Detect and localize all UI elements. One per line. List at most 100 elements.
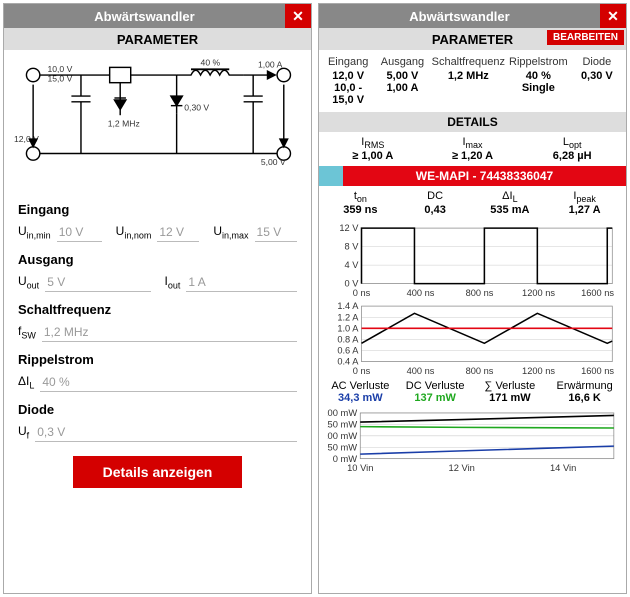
uout-input[interactable]: [45, 273, 150, 292]
lopt-label: Lopt: [522, 136, 622, 150]
ac-loss-label: AC Verluste: [323, 380, 398, 392]
svg-text:4 V: 4 V: [345, 261, 360, 271]
svg-text:5,00 V: 5,00 V: [261, 157, 286, 167]
lopt-value: 6,28 µH: [522, 150, 622, 162]
dil-input[interactable]: [40, 373, 297, 392]
svg-text:10,0 V: 10,0 V: [47, 64, 72, 74]
svg-text:150 mW: 150 mW: [327, 420, 357, 430]
svg-text:1600 ns: 1600 ns: [581, 288, 614, 298]
pv-eingang: 12,0 V 10,0 - 15,0 V: [323, 70, 373, 106]
imax-label: Imax: [423, 136, 523, 150]
inductor-requirements: IRMS Imax Lopt ≥ 1,00 A ≥ 1,20 A 6,28 µH: [319, 132, 626, 166]
svg-text:0 ns: 0 ns: [353, 288, 371, 298]
part-selector[interactable]: WE-MAPI - 74438336047: [319, 166, 626, 186]
edit-button[interactable]: BEARBEITEN: [547, 30, 624, 45]
close-icon: ✕: [292, 8, 304, 25]
dc-loss-label: DC Verluste: [398, 380, 473, 392]
section-rippelstrom: Rippelstrom: [18, 352, 297, 367]
details-header: DETAILS: [319, 112, 626, 132]
sum-loss-label: ∑ Verluste: [473, 380, 548, 392]
sum-loss-value: 171 mW: [473, 392, 548, 404]
panel-details: Abwärtswandler ✕ PARAMETER BEARBEITEN Ei…: [318, 3, 627, 594]
svg-text:0,30 V: 0,30 V: [184, 102, 209, 112]
uf-input[interactable]: [35, 423, 297, 442]
svg-text:1.0 A: 1.0 A: [337, 324, 359, 334]
loss-summary: AC Verluste DC Verluste ∑ Verluste Erwär…: [319, 378, 626, 406]
title-right: Abwärtswandler: [319, 9, 600, 24]
svg-text:0.8 A: 0.8 A: [337, 335, 359, 345]
subhead-right: PARAMETER BEARBEITEN: [319, 28, 626, 50]
svg-text:1.4 A: 1.4 A: [337, 302, 359, 311]
dc-value: 0,43: [398, 204, 473, 216]
section-ausgang: Ausgang: [18, 252, 297, 267]
svg-text:800 ns: 800 ns: [466, 288, 494, 298]
delta-il-value: 535 mA: [473, 204, 548, 216]
fsw-input[interactable]: [42, 323, 297, 342]
uin-nom-input[interactable]: [157, 223, 199, 242]
svg-text:1200 ns: 1200 ns: [522, 288, 555, 298]
iout-input[interactable]: [186, 273, 297, 292]
svg-text:400 ns: 400 ns: [407, 288, 435, 298]
svg-text:0.6 A: 0.6 A: [337, 346, 359, 356]
ph-ausgang: Ausgang: [377, 56, 427, 68]
ph-eingang: Eingang: [323, 56, 373, 68]
irms-value: ≥ 1,00 A: [323, 150, 423, 162]
ipeak-value: 1,27 A: [547, 204, 622, 216]
heating-label: Erwärmung: [547, 380, 622, 392]
close-button-left[interactable]: ✕: [285, 4, 311, 28]
part-number: WE-MAPI - 74438336047: [343, 166, 626, 186]
pv-ripple: 40 % Single: [509, 70, 568, 106]
pv-ausgang: 5,00 V 1,00 A: [377, 70, 427, 106]
svg-text:8 V: 8 V: [345, 242, 360, 252]
ton-label: ton: [323, 190, 398, 204]
iout-label: Iout: [165, 274, 181, 290]
parameter-form: Eingang Uin,min Uin,nom Uin,max Ausgang …: [4, 190, 311, 593]
parameter-summary: Eingang Ausgang Schaltfrequenz Rippelstr…: [319, 50, 626, 112]
svg-text:1,2 MHz: 1,2 MHz: [108, 119, 140, 129]
panel-parameters: Abwärtswandler ✕ PARAMETER 10,0 V 15,0 V: [3, 3, 312, 594]
svg-text:12 V: 12 V: [339, 224, 359, 233]
svg-text:10 Vin: 10 Vin: [347, 464, 373, 474]
subhead-right-label: PARAMETER: [432, 32, 513, 47]
uin-max-input[interactable]: [255, 223, 297, 242]
svg-text:1600 ns: 1600 ns: [581, 366, 614, 376]
subhead-left-label: PARAMETER: [117, 32, 198, 47]
svg-text:1200 ns: 1200 ns: [522, 366, 555, 376]
switching-details: ton DC ΔIL Ipeak 359 ns 0,43 535 mA 1,27…: [319, 186, 626, 222]
svg-text:50 mW: 50 mW: [328, 443, 358, 453]
uin-min-label: Uin,min: [18, 224, 51, 240]
pv-fsw: 1,2 MHz: [432, 70, 505, 106]
svg-text:400 ns: 400 ns: [407, 366, 435, 376]
svg-text:800 ns: 800 ns: [466, 366, 494, 376]
irms-label: IRMS: [323, 136, 423, 150]
svg-text:12 Vin: 12 Vin: [449, 464, 475, 474]
imax-value: ≥ 1,20 A: [423, 150, 523, 162]
title-left: Abwärtswandler: [4, 9, 285, 24]
heating-value: 16,6 K: [547, 392, 622, 404]
fsw-label: fSW: [18, 324, 36, 340]
svg-text:40 %: 40 %: [201, 57, 221, 67]
section-diode: Diode: [18, 402, 297, 417]
ton-value: 359 ns: [323, 204, 398, 216]
uf-label: Uf: [18, 424, 29, 440]
svg-text:200 mW: 200 mW: [327, 408, 357, 418]
delta-il-label: ΔIL: [473, 190, 548, 204]
close-icon: ✕: [607, 8, 619, 25]
uout-label: Uout: [18, 274, 39, 290]
part-tab[interactable]: [319, 166, 343, 186]
dc-label: DC: [398, 190, 473, 204]
ph-diode: Diode: [572, 56, 622, 68]
uin-nom-label: Uin,nom: [116, 224, 152, 240]
svg-text:0 ns: 0 ns: [353, 366, 371, 376]
dil-label: ΔIL: [18, 374, 34, 390]
titlebar-left: Abwärtswandler ✕: [4, 4, 311, 28]
subhead-left: PARAMETER: [4, 28, 311, 50]
close-button-right[interactable]: ✕: [600, 4, 626, 28]
uin-min-input[interactable]: [57, 223, 102, 242]
svg-text:100 mW: 100 mW: [327, 431, 357, 441]
pv-diode: 0,30 V: [572, 70, 622, 106]
svg-text:14 Vin: 14 Vin: [550, 464, 576, 474]
details-button[interactable]: Details anzeigen: [73, 456, 243, 488]
schematic-diagram: 10,0 V 15,0 V 0,30 V 40 %: [4, 50, 311, 190]
ph-ripple: Rippelstrom: [509, 56, 568, 68]
